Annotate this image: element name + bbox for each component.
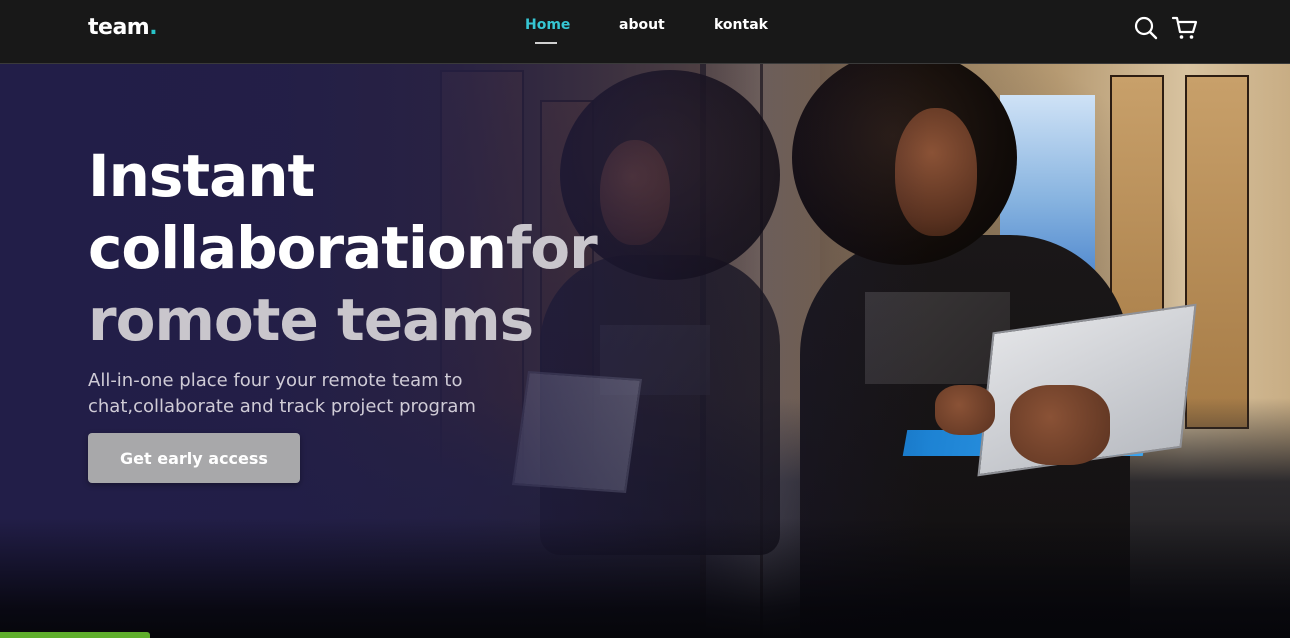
cart-icon[interactable]	[1171, 15, 1198, 41]
get-early-access-button[interactable]: Get early access	[88, 433, 300, 483]
browser-status-strip	[0, 632, 150, 638]
hero-title-line3: romote teams	[88, 286, 534, 354]
nav-link-about[interactable]: about	[619, 17, 665, 33]
hero-title-line1: Instant	[88, 142, 315, 210]
hero-subtitle-line1: All-in-one place four your remote team t…	[88, 370, 463, 391]
nav-link-kontak[interactable]: kontak	[714, 17, 768, 33]
hero-bottom-fade	[0, 518, 1290, 638]
top-navbar: team. Home about kontak	[0, 0, 1290, 64]
nav-active-underline	[535, 42, 557, 44]
brand-logo-text: team	[88, 15, 150, 40]
search-icon[interactable]	[1133, 15, 1159, 41]
brand-logo[interactable]: team.	[88, 15, 158, 40]
hero-title: Instant collaborationfor romote teams	[88, 140, 598, 356]
hero-subtitle-line2: chat,collaborate and track project progr…	[88, 396, 476, 417]
hero-subtitle: All-in-one place four your remote team t…	[88, 368, 518, 420]
brand-logo-dot: .	[149, 15, 158, 40]
page: team. Home about kontak Instant collabor…	[0, 0, 1290, 638]
hero-title-line2: collaboration	[88, 214, 507, 282]
nav-link-home[interactable]: Home	[525, 17, 570, 33]
hero-title-line2-muted: for	[505, 214, 598, 282]
